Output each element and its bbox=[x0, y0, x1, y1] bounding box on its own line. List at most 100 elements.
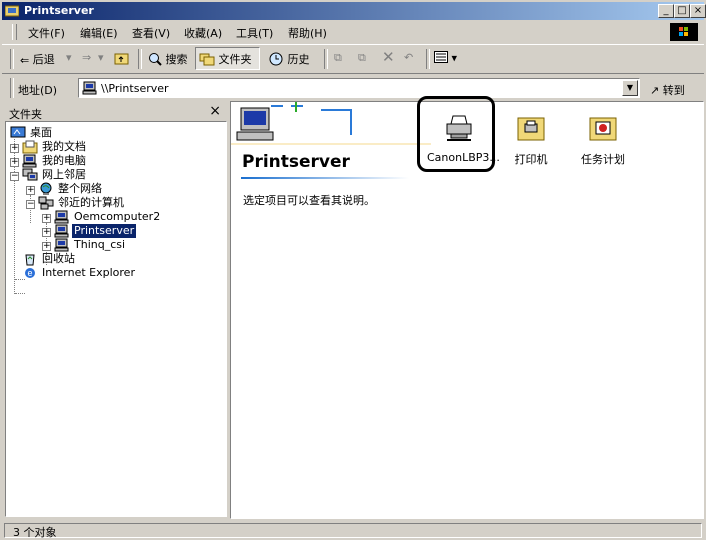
back-label: 后退 bbox=[32, 53, 55, 66]
title-bar[interactable]: Printserver _ □ × bbox=[2, 2, 706, 20]
explorer-window: Printserver _ □ × 文件(F) 编辑(E) 查看(V) 收藏(A… bbox=[0, 0, 706, 539]
maximize-button[interactable]: □ bbox=[674, 4, 690, 18]
go-button[interactable]: ↗ 转到 bbox=[650, 82, 685, 98]
network-icon bbox=[22, 168, 38, 181]
delete-icon[interactable]: ✕ bbox=[382, 48, 395, 66]
address-label: 地址(D) bbox=[18, 84, 58, 97]
window-title: Printserver bbox=[24, 4, 94, 17]
tree-item-label-selected: Printserver bbox=[72, 224, 137, 238]
standard-toolbar: ⇐ 后退 ▾ ⇒ ▾ 搜索 文件夹 历史 ⧉ ⧉ ✕ ↶ ▾ bbox=[2, 44, 704, 74]
folders-pane-close-button[interactable]: × bbox=[209, 103, 221, 119]
toolbar-grip bbox=[10, 49, 14, 69]
status-bar: 3 个对象 bbox=[2, 521, 704, 539]
menu-grip[interactable] bbox=[12, 24, 17, 40]
expand-icon[interactable]: + bbox=[42, 242, 51, 251]
menu-file[interactable]: 文件(F) bbox=[28, 25, 65, 41]
up-folder-icon[interactable] bbox=[114, 51, 130, 68]
menu-help[interactable]: 帮助(H) bbox=[288, 25, 327, 41]
history-button[interactable]: 历史 bbox=[268, 51, 310, 69]
folders-pane-title: 文件夹 bbox=[9, 108, 42, 121]
history-icon bbox=[268, 52, 284, 69]
views-icon bbox=[434, 51, 448, 66]
file-item-label: 任务计划 bbox=[581, 153, 625, 166]
collapse-icon[interactable]: − bbox=[26, 200, 35, 209]
computer-icon bbox=[82, 81, 97, 95]
file-item-printers[interactable]: 打印机 bbox=[499, 112, 563, 167]
folders-button-content: 文件夹 bbox=[199, 51, 252, 69]
search-button[interactable]: 搜索 bbox=[148, 51, 188, 69]
toolbar-separator bbox=[426, 49, 430, 69]
selection-description: 选定项目可以查看其说明。 bbox=[243, 194, 375, 207]
expand-icon[interactable]: + bbox=[10, 144, 19, 153]
file-item-scheduled-tasks[interactable]: 任务计划 bbox=[571, 112, 635, 167]
computer-icon bbox=[54, 210, 69, 224]
address-dropdown-button[interactable]: ▼ bbox=[622, 80, 638, 96]
views-button[interactable]: ▾ bbox=[434, 51, 457, 66]
go-label: 转到 bbox=[662, 84, 685, 97]
address-bar: 地址(D) \\Printserver ▼ ↗ 转到 bbox=[2, 76, 704, 100]
go-arrow-icon: ↗ bbox=[650, 84, 660, 97]
windows-logo-icon bbox=[670, 23, 698, 41]
tree-item-label: 我的电脑 bbox=[42, 154, 86, 167]
copy-to-icon[interactable]: ⧉ bbox=[358, 51, 366, 65]
folder-title: Printserver bbox=[242, 152, 350, 172]
globe-icon bbox=[40, 182, 52, 195]
menu-favorites[interactable]: 收藏(A) bbox=[184, 25, 222, 41]
folder-icon bbox=[22, 140, 38, 154]
views-dropdown-icon: ▾ bbox=[451, 51, 458, 65]
history-label: 历史 bbox=[287, 53, 310, 66]
move-to-icon[interactable]: ⧉ bbox=[334, 51, 342, 65]
computer-icon bbox=[22, 154, 37, 168]
address-grip bbox=[10, 78, 14, 98]
menu-tools[interactable]: 工具(T) bbox=[236, 25, 273, 41]
tree-item-label: 网上邻居 bbox=[42, 168, 86, 181]
tree-connector bbox=[15, 293, 25, 294]
menu-bar: 文件(F) 编辑(E) 查看(V) 收藏(A) 工具(T) 帮助(H) bbox=[2, 22, 704, 42]
title-underline bbox=[241, 177, 409, 179]
file-item-label: 打印机 bbox=[514, 153, 548, 166]
address-value: \\Printserver bbox=[101, 82, 169, 95]
status-cell: 3 个对象 bbox=[4, 523, 702, 539]
folders-pane: 文件夹 × 桌面 + 我的文档 + 我的电脑 − 网上邻居 + 整个网络 − 邻… bbox=[5, 101, 227, 519]
highlight-callout bbox=[417, 96, 495, 172]
tree-item-label: 桌面 bbox=[30, 126, 52, 139]
tree-item-label: 我的文档 bbox=[42, 140, 86, 153]
search-label: 搜索 bbox=[165, 53, 188, 66]
folders-pane-header: 文件夹 × bbox=[5, 101, 227, 121]
toolbar-separator bbox=[138, 49, 142, 69]
address-input[interactable]: \\Printserver ▼ bbox=[78, 78, 640, 98]
printers-folder-icon bbox=[517, 117, 545, 141]
expand-icon[interactable]: + bbox=[26, 186, 35, 195]
expand-icon[interactable]: + bbox=[10, 158, 19, 167]
recycle-bin-icon bbox=[25, 254, 35, 266]
minimize-button[interactable]: _ bbox=[658, 4, 674, 18]
ie-icon: e bbox=[25, 268, 35, 278]
forward-dropdown-icon[interactable]: ▾ bbox=[98, 51, 104, 64]
menu-edit[interactable]: 编辑(E) bbox=[80, 25, 118, 41]
folder-banner-graphic bbox=[231, 102, 431, 145]
computer-icon bbox=[54, 238, 69, 252]
tree-item-label: Internet Explorer bbox=[42, 266, 135, 279]
undo-icon[interactable]: ↶ bbox=[404, 51, 413, 64]
tree-item-label: 回收站 bbox=[42, 252, 75, 265]
expand-icon[interactable]: + bbox=[42, 214, 51, 223]
folders-label: 文件夹 bbox=[218, 53, 252, 66]
forward-arrow-icon[interactable]: ⇒ bbox=[82, 51, 91, 64]
tree-item-label: 邻近的计算机 bbox=[58, 196, 124, 209]
status-text: 3 个对象 bbox=[13, 526, 57, 539]
folder-tree[interactable]: 桌面 + 我的文档 + 我的电脑 − 网上邻居 + 整个网络 − 邻近的计算机 … bbox=[5, 121, 227, 517]
folders-icon bbox=[199, 52, 215, 69]
expand-icon[interactable]: + bbox=[42, 228, 51, 237]
back-dropdown-icon[interactable]: ▾ bbox=[66, 51, 72, 64]
workgroup-icon bbox=[38, 196, 54, 210]
tree-item-label: Oemcomputer2 bbox=[74, 210, 161, 223]
svg-text:e: e bbox=[27, 268, 32, 278]
close-button[interactable]: × bbox=[690, 4, 706, 18]
computer-icon bbox=[54, 224, 69, 238]
toolbar-separator bbox=[324, 49, 328, 69]
collapse-icon[interactable]: − bbox=[10, 172, 19, 181]
search-icon bbox=[148, 52, 162, 69]
back-button[interactable]: ⇐ 后退 bbox=[20, 51, 55, 67]
desktop-icon bbox=[10, 126, 26, 138]
menu-view[interactable]: 查看(V) bbox=[132, 25, 170, 41]
